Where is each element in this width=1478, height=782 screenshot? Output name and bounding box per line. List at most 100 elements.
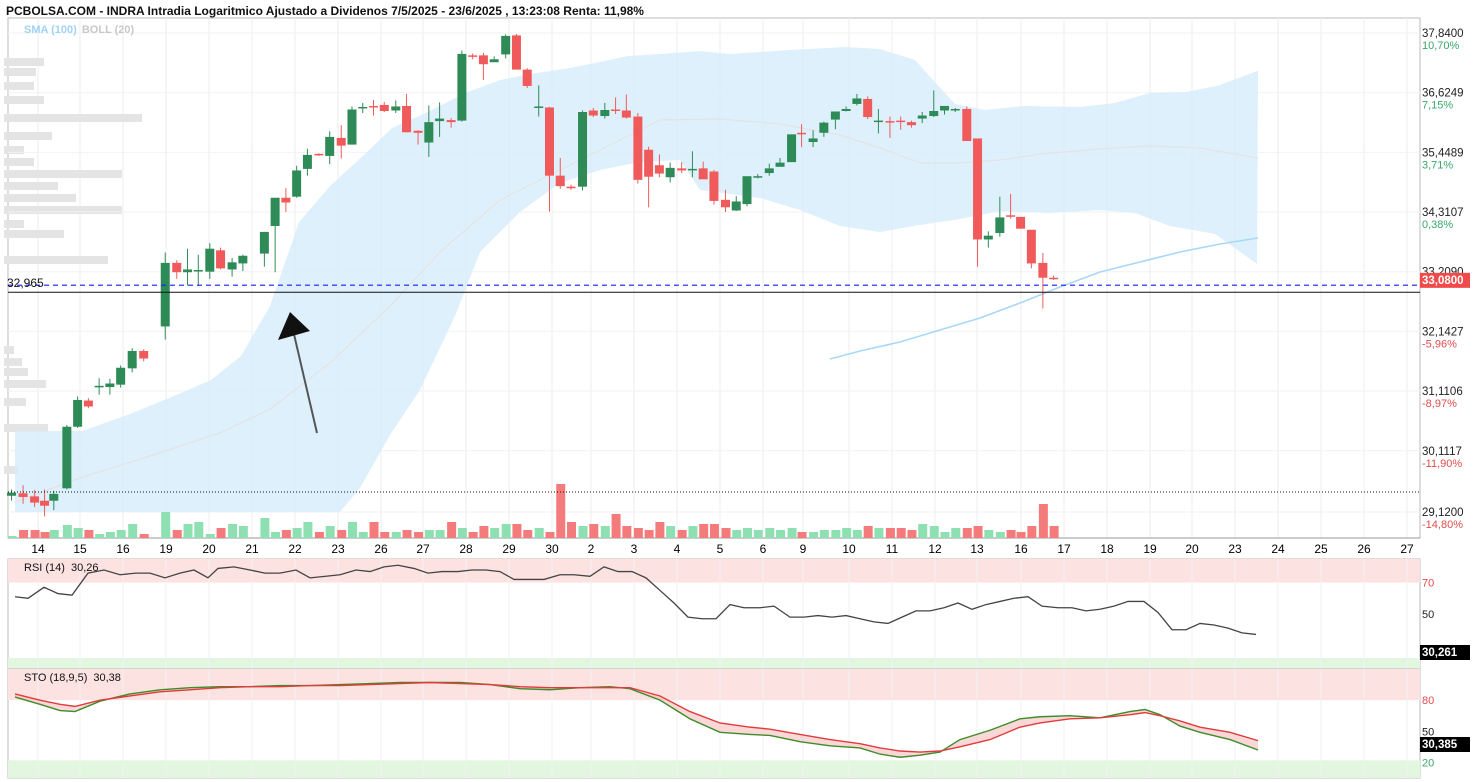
volume-bar — [490, 528, 500, 538]
candle-body — [566, 186, 576, 189]
candle-body — [73, 399, 83, 427]
volume-bar — [40, 532, 50, 538]
volume-bar — [1027, 526, 1037, 538]
volume-profile-bar — [4, 358, 22, 366]
chart-title: PCBOLSA.COM - INDRA Intradia Logaritmico… — [6, 4, 644, 18]
volume-profile-bar — [4, 256, 108, 264]
candle-body — [677, 168, 687, 171]
volume-bar — [380, 532, 390, 538]
chart-area: 14 15 16 19 20 21 22 23 26 27 28 29 30 2 3 4 5 6 9 10 11 12 13… — [4, 17, 1470, 779]
volume-bar — [281, 530, 291, 538]
percent-label: 7,15% — [1422, 100, 1453, 112]
candle-body — [600, 109, 610, 117]
volume-bar — [622, 526, 632, 538]
volume-bar — [303, 522, 313, 538]
volume-profile-bar — [4, 368, 28, 376]
candle-body — [336, 137, 346, 146]
candle-body — [644, 149, 654, 177]
x-tick-label: 17 — [1057, 542, 1071, 556]
candle-body — [962, 108, 972, 141]
candle-body — [797, 132, 807, 135]
volume-bar — [1038, 504, 1048, 538]
volume-bar — [831, 530, 841, 538]
volume-bar — [116, 530, 126, 538]
volume-bar — [402, 530, 412, 538]
candle-body — [391, 106, 401, 111]
volume-bar — [677, 530, 687, 538]
candle-body — [424, 122, 434, 143]
volume-bar — [19, 530, 29, 538]
volume-bar — [787, 528, 797, 538]
x-tick-label: 15 — [73, 542, 87, 556]
volume-bar — [940, 532, 950, 538]
rsi-overbought-zone — [8, 559, 1420, 583]
stochastic-panel: 80 50 20 30,385 — [7, 668, 1470, 779]
volume-bar — [62, 525, 72, 538]
x-tick-label: 19 — [1143, 542, 1157, 556]
candle-body — [325, 136, 335, 156]
candle-body — [830, 111, 840, 120]
x-tick-label: 12 — [928, 542, 942, 556]
x-tick-label: 14 — [31, 542, 45, 556]
x-tick-label: 28 — [459, 542, 473, 556]
candle-body — [764, 168, 774, 174]
candle-body — [511, 35, 521, 70]
rsi-oversold-zone — [8, 658, 1420, 669]
volume-bar — [1006, 530, 1016, 538]
x-tick-label: 26 — [1357, 542, 1371, 556]
volume-bar — [479, 526, 489, 538]
volume-profile-bar — [4, 398, 26, 406]
candle-body — [555, 175, 565, 187]
rsi-last-label: 30,261 — [1422, 647, 1458, 659]
candle-body — [709, 171, 719, 201]
volume-bar — [567, 522, 577, 538]
sto-title: STO (18,9,5) — [24, 672, 88, 684]
x-tick-label: 23 — [331, 542, 345, 556]
y-tick-label: 29,1200 — [1422, 507, 1464, 519]
candle-body — [501, 35, 511, 55]
x-tick-label: 16 — [1014, 542, 1028, 556]
volume-bar — [216, 528, 226, 538]
candle-body — [116, 367, 126, 385]
volume-bar — [732, 530, 742, 538]
volume-bar — [962, 528, 972, 538]
volume-bar — [95, 534, 105, 538]
candle-body — [819, 122, 829, 133]
candle-body — [775, 162, 785, 167]
price-panel: 14 15 16 19 20 21 22 23 26 27 28 29 30 2 3 4 5 6 9 10 11 12 13… — [4, 17, 1470, 556]
x-tick-label: 9 — [800, 542, 807, 556]
candle-body — [489, 59, 499, 63]
rsi-tick-label: 70 — [1422, 578, 1434, 590]
candle-body — [621, 110, 631, 118]
candle-body — [633, 116, 643, 180]
sto-oversold-zone — [8, 760, 1420, 778]
volume-bar — [644, 530, 654, 538]
volume-bar — [776, 530, 786, 538]
percent-label: -14,80% — [1422, 519, 1463, 531]
x-tick-label: 20 — [202, 542, 216, 556]
candle-body — [292, 170, 302, 197]
volume-bar — [84, 530, 94, 538]
candle-body — [852, 98, 862, 104]
volume-bar — [358, 532, 368, 538]
candle-body — [40, 500, 50, 506]
candle-body — [665, 167, 675, 178]
volume-bar — [765, 528, 775, 538]
candle-body — [205, 248, 215, 272]
volume-bar — [842, 528, 852, 538]
volume-bar — [688, 526, 698, 538]
volume-bar — [896, 528, 906, 538]
candle-body — [611, 109, 621, 111]
candle-body — [446, 120, 456, 123]
x-tick-label: 26 — [374, 542, 388, 556]
candle-body — [139, 351, 149, 359]
x-tick-label: 6 — [760, 542, 767, 556]
sto-last-label: 30,385 — [1422, 739, 1458, 751]
sto-value: 30,38 — [93, 672, 121, 684]
candle-body — [906, 122, 916, 126]
candle-body — [929, 110, 939, 117]
volume-bar — [885, 528, 895, 538]
sto-tick-label: 20 — [1422, 757, 1434, 769]
candle-body — [742, 176, 752, 205]
rsi-value: 30,26 — [70, 562, 99, 574]
